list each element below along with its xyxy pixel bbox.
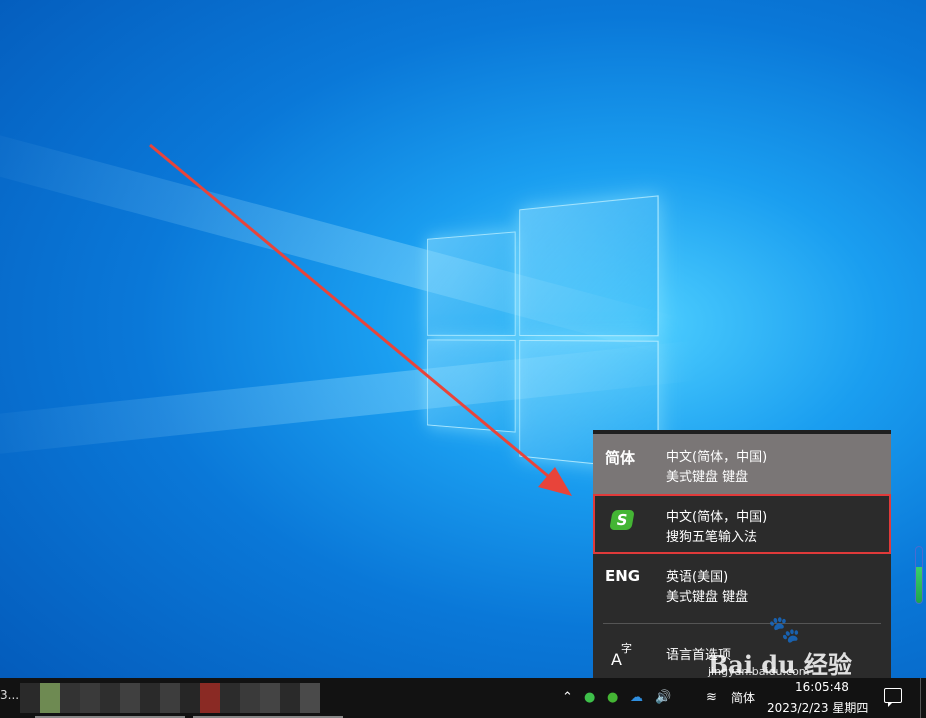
taskbar: 3... ⌃ ● ● ☁ 🔊 ≋ 简体 16:05:48 2023/2/23 星… bbox=[0, 678, 926, 718]
system-tray: ⌃ ● ● ☁ 🔊 ≋ 简体 16:05:48 2023/2/23 星期四 bbox=[0, 678, 926, 718]
language-item-english-us[interactable]: ENG 英语(美国) 美式键盘 键盘 bbox=[593, 554, 891, 614]
chevron-up-icon[interactable]: ⌃ bbox=[562, 690, 573, 706]
clock-time[interactable]: 16:05:48 bbox=[795, 680, 849, 694]
keyboard-name: 搜狗五笔输入法 bbox=[666, 528, 767, 548]
language-name: 中文(简体，中国) bbox=[666, 448, 767, 468]
language-name: 中文(简体，中国) bbox=[666, 508, 767, 528]
language-abbr: 简体 bbox=[605, 447, 635, 468]
ime-indicator[interactable]: 简体 bbox=[731, 689, 755, 706]
keyboard-name: 美式键盘 键盘 bbox=[666, 468, 767, 488]
volume-icon[interactable]: 🔊 bbox=[655, 690, 671, 706]
scroll-indicator[interactable] bbox=[915, 546, 923, 604]
language-item-sogou-wubi[interactable]: S 中文(简体，中国) 搜狗五笔输入法 bbox=[593, 494, 891, 554]
keyboard-name: 美式键盘 键盘 bbox=[666, 588, 748, 608]
sogou-wubi-icon: S bbox=[609, 510, 635, 530]
language-item-chinese-us-keyboard[interactable]: 简体 中文(简体，中国) 美式键盘 键盘 bbox=[593, 434, 891, 494]
show-desktop-button[interactable] bbox=[920, 678, 923, 718]
network-icon[interactable]: ≋ bbox=[706, 690, 717, 706]
language-abbr: ENG bbox=[605, 567, 640, 585]
paw-icon: 🐾 bbox=[768, 615, 800, 645]
watermark-url: jingyan.baidu.com bbox=[708, 665, 810, 678]
baidu-jingyan-watermark: 🐾 Bai du 经验 jingyan.baidu.com bbox=[708, 615, 878, 675]
language-name: 英语(美国) bbox=[666, 568, 748, 588]
clock-date[interactable]: 2023/2/23 星期四 bbox=[767, 699, 868, 716]
wechat-icon[interactable]: ● bbox=[584, 690, 595, 706]
onedrive-icon[interactable]: ☁ bbox=[630, 690, 643, 706]
notification-center-icon[interactable] bbox=[884, 688, 902, 703]
sogou-tray-icon[interactable]: ● bbox=[607, 690, 618, 706]
